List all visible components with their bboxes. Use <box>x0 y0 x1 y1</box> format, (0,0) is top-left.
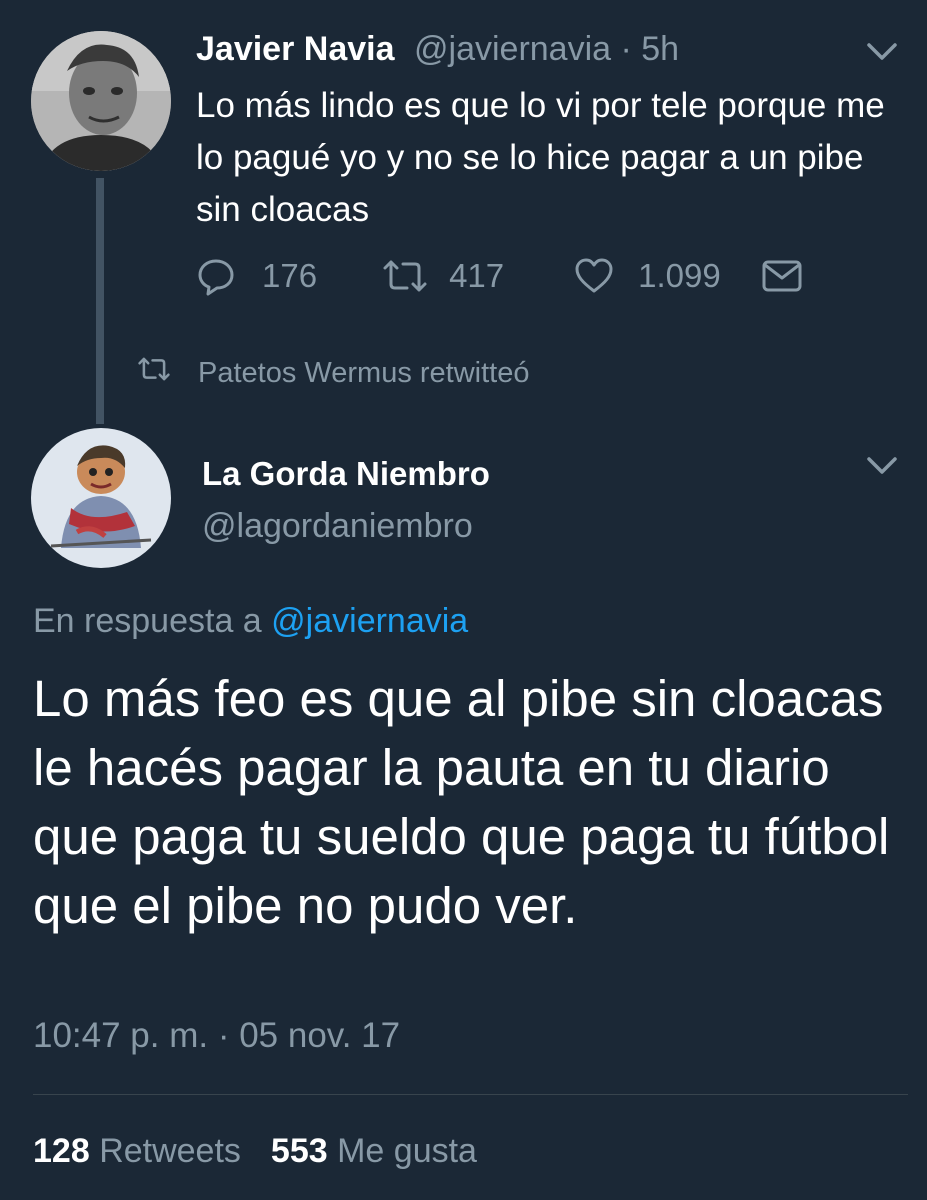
dm-button[interactable] <box>761 259 803 293</box>
retweet-count: 417 <box>449 257 505 294</box>
avatar-la-gorda-niembro[interactable] <box>31 428 171 568</box>
retweet-context: Patetos Wermus retwitteó <box>136 356 529 390</box>
tweet-timestamp[interactable]: 10:47 p. m. · 05 nov. 17 <box>33 1016 400 1056</box>
retweets-stat[interactable]: 128 Retweets <box>33 1132 241 1171</box>
reply-icon <box>196 256 236 296</box>
retweet-icon <box>381 258 429 294</box>
tweet-actions: 176 417 1.099 <box>196 252 803 300</box>
tweet-stats: 128 Retweets 553 Me gusta <box>33 1132 477 1171</box>
tweet-text: Lo más lindo es que lo vi por tele porqu… <box>196 86 885 229</box>
reply-prefix: En respuesta a <box>33 602 262 640</box>
dm-icon <box>761 259 803 293</box>
like-icon <box>574 258 614 294</box>
like-button[interactable]: 1.099 <box>574 257 721 295</box>
chevron-down-icon[interactable] <box>866 456 898 481</box>
retweets-label: Retweets <box>99 1132 241 1170</box>
like-count: 1.099 <box>638 257 721 294</box>
retweet-context-label[interactable]: Patetos Wermus retwitteó <box>198 357 529 390</box>
likes-stat[interactable]: 553 Me gusta <box>271 1132 477 1171</box>
likes-label: Me gusta <box>337 1132 477 1170</box>
retweet-total: 128 <box>33 1132 90 1170</box>
retweet-icon <box>136 356 172 390</box>
tweet-author-name[interactable]: La Gorda Niembro <box>202 455 490 493</box>
reply-context: En respuesta a @javiernavia <box>33 602 468 641</box>
retweet-button[interactable]: 417 <box>381 257 504 295</box>
tweet-author-handle[interactable]: @lagordaniembro <box>202 507 473 546</box>
reply-count: 176 <box>262 257 318 294</box>
chevron-down-icon[interactable] <box>866 42 898 67</box>
avatar-javier-navia[interactable] <box>31 31 171 171</box>
divider <box>33 1094 908 1095</box>
reply-mention-link[interactable]: @javiernavia <box>271 602 468 640</box>
tweet-author-name[interactable]: Javier Navia <box>196 30 395 69</box>
like-total: 553 <box>270 1132 328 1170</box>
tweet-text: Lo más feo es que al pibe sin cloacas le… <box>33 670 890 934</box>
thread-connector-line <box>96 178 104 424</box>
reply-button[interactable]: 176 <box>196 256 317 296</box>
tweet-author-handle[interactable]: @javiernavia · 5h <box>414 30 679 69</box>
